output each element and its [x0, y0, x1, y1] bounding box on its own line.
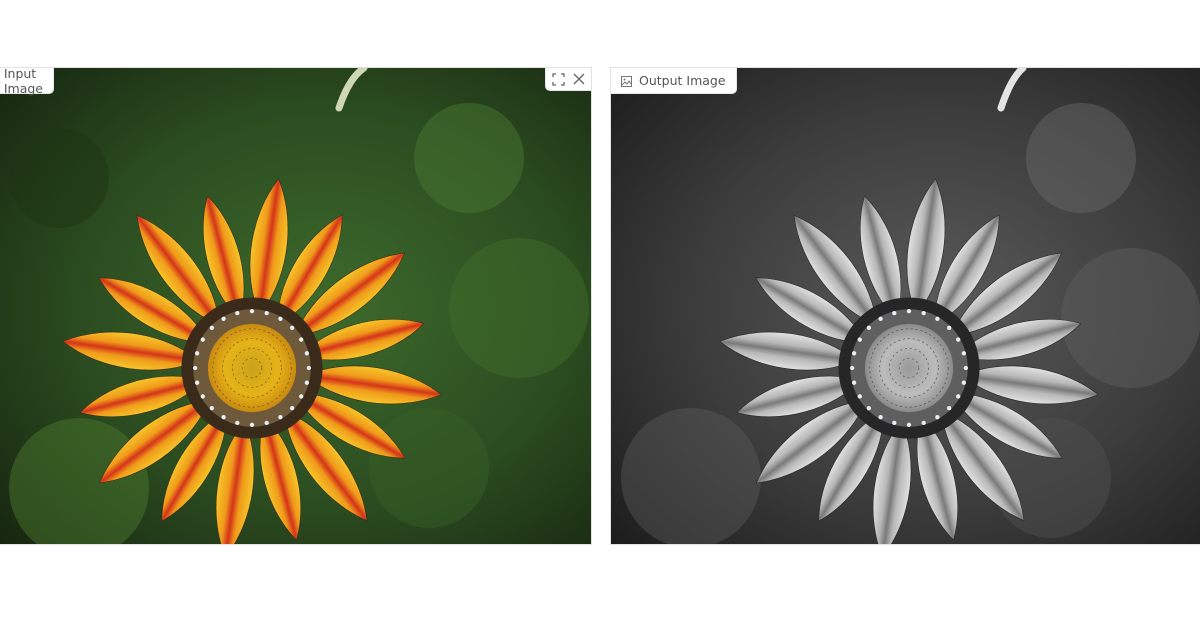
image-icon — [621, 75, 632, 87]
close-icon[interactable] — [571, 71, 587, 87]
output-image — [611, 68, 1200, 544]
input-image-panel[interactable]: Input Image — [0, 67, 592, 545]
input-image-label-text: Input Image — [3, 67, 43, 96]
output-image-panel[interactable]: Output Image — [610, 67, 1200, 545]
output-image-label: Output Image — [611, 68, 737, 94]
input-image-toolbar — [545, 68, 591, 91]
input-image-label: Input Image — [0, 67, 54, 96]
fullscreen-icon[interactable] — [550, 71, 566, 87]
output-image-label-text: Output Image — [639, 73, 726, 88]
input-image — [0, 68, 591, 544]
